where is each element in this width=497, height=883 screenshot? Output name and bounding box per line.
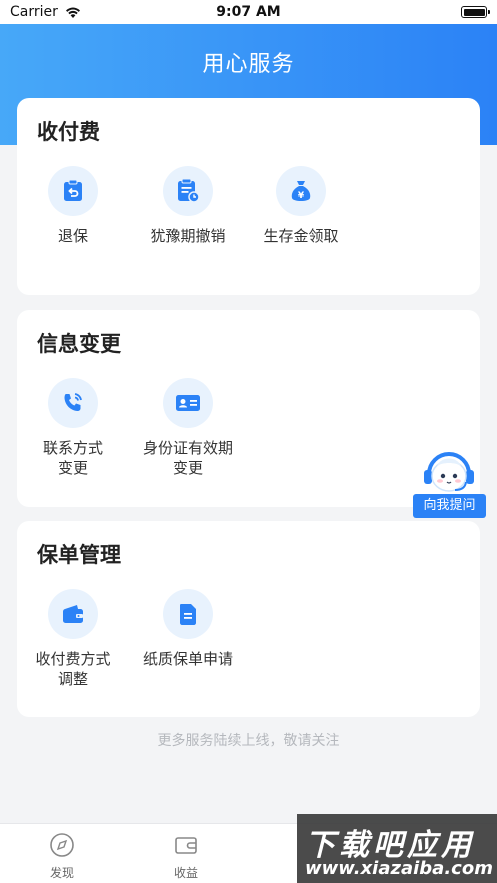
money-bag-icon: ¥ xyxy=(276,166,326,216)
watermark-en: www.xiazaiba.com xyxy=(305,858,493,879)
card-payments: 收付费 退保 犹豫期撤销 ¥ 生存金领取 xyxy=(17,98,480,295)
watermark-logo: 下载吧应用 www.xiazaiba.com xyxy=(297,814,497,883)
service-label: 退保 xyxy=(57,227,88,245)
service-surrender[interactable]: 退保 xyxy=(18,166,128,246)
clipboard-clock-icon xyxy=(163,166,213,216)
card-policy-management: 保单管理 收付费方式 调整 纸质保单申请 xyxy=(17,521,480,717)
mascot-icon xyxy=(424,452,474,492)
section-title: 收付费 xyxy=(37,120,100,144)
page-title: 用心服务 xyxy=(202,52,295,77)
phone-icon xyxy=(48,378,98,428)
wallet-icon xyxy=(48,589,98,639)
ask-me-label: 向我提问 xyxy=(413,494,486,518)
compass-icon xyxy=(50,833,74,857)
service-label: 联系方式 变更 xyxy=(42,439,103,477)
footer-note: 更多服务陆续上线，敬请关注 xyxy=(157,733,340,749)
service-survival-benefit[interactable]: ¥ 生存金领取 xyxy=(246,166,356,246)
service-payment-method-adjust[interactable]: 收付费方式 调整 xyxy=(18,589,128,689)
service-contact-change[interactable]: 联系方式 变更 xyxy=(18,378,128,478)
tab-label: 发现 xyxy=(49,866,74,880)
service-paper-policy-request[interactable]: 纸质保单申请 xyxy=(133,589,243,669)
wifi-icon xyxy=(65,7,80,18)
ask-me-button[interactable]: 向我提问 xyxy=(413,444,486,520)
service-label: 收付费方式 调整 xyxy=(35,650,111,688)
section-title: 信息变更 xyxy=(37,332,121,356)
tab-earnings[interactable]: 收益 xyxy=(156,832,216,881)
service-label: 身份证有效期 变更 xyxy=(142,439,233,477)
wallet-outline-icon xyxy=(175,837,197,854)
service-label: 犹豫期撤销 xyxy=(150,227,226,245)
document-icon xyxy=(163,589,213,639)
battery-icon xyxy=(461,6,490,18)
undo-clipboard-icon xyxy=(48,166,98,216)
service-id-validity-change[interactable]: 身份证有效期 变更 xyxy=(133,378,243,478)
svg-text:¥: ¥ xyxy=(298,191,305,201)
status-left: Carrier xyxy=(10,4,82,20)
service-label: 纸质保单申请 xyxy=(142,650,233,668)
section-title: 保单管理 xyxy=(37,543,121,567)
status-bar: Carrier 9:07 AM xyxy=(0,0,497,24)
carrier-label: Carrier xyxy=(10,4,58,20)
card-info-change: 信息变更 联系方式 变更 身份证有效期 变更 xyxy=(17,310,480,507)
tab-label: 收益 xyxy=(173,866,198,880)
tab-discover[interactable]: 发现 xyxy=(32,832,92,881)
service-label: 生存金领取 xyxy=(263,227,339,245)
service-cooling-off-cancel[interactable]: 犹豫期撤销 xyxy=(133,166,243,246)
id-card-icon xyxy=(163,378,213,428)
